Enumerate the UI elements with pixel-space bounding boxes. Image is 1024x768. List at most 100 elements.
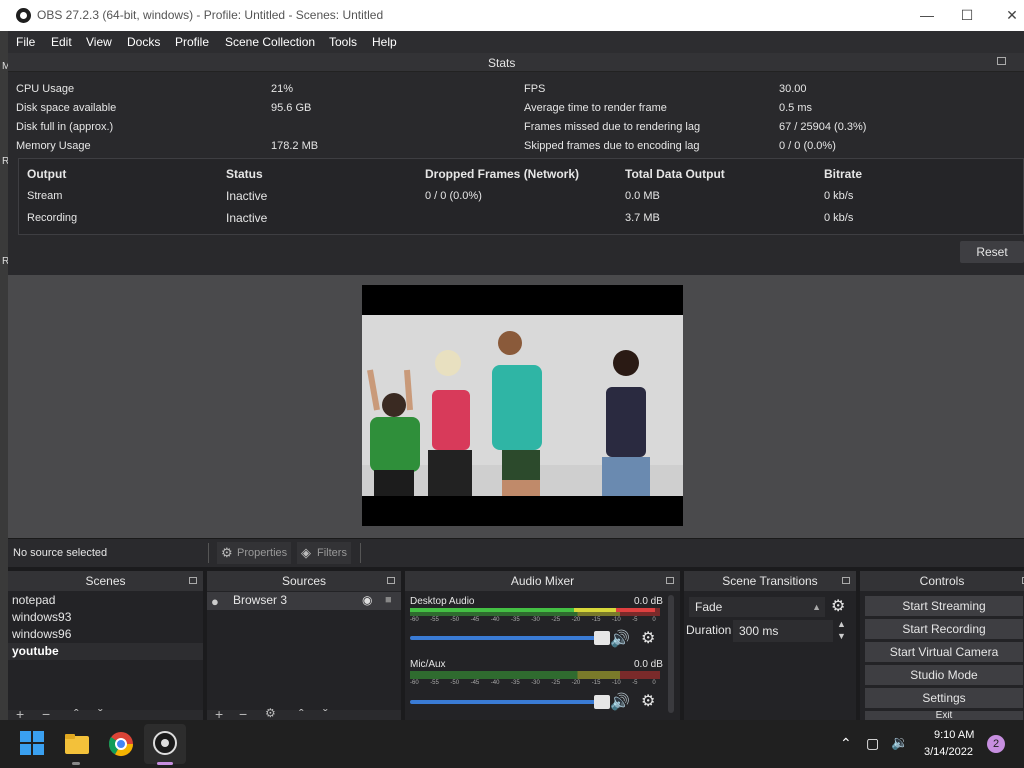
- undock-icon[interactable]: [189, 577, 197, 584]
- meter-ticks: -60 -55 -50 -45 -40 -35 -30 -25 -20 -15 -10 -5 0: [410, 680, 660, 688]
- menu-profile[interactable]: Profile: [175, 35, 209, 49]
- stat-label: Disk space available: [16, 102, 117, 114]
- properties-button[interactable]: ⚙ Properties: [217, 542, 292, 564]
- chevron-up-icon[interactable]: ⌃: [840, 735, 852, 752]
- preview-area[interactable]: [8, 275, 1024, 538]
- lock-icon[interactable]: ■: [385, 592, 392, 609]
- scene-item[interactable]: notepad: [8, 592, 203, 609]
- table-cell: Stream: [27, 190, 63, 202]
- menu-view[interactable]: View: [86, 35, 112, 49]
- scenes-title: Scenes: [85, 574, 126, 588]
- channel-db: 0.0 dB: [634, 659, 663, 670]
- menu-tools[interactable]: Tools: [329, 35, 357, 49]
- tick-label: -25: [551, 680, 561, 686]
- filters-button[interactable]: ◈ Filters: [297, 542, 351, 564]
- maximize-button[interactable]: ☐: [957, 5, 977, 25]
- stat-value: 30.00: [779, 83, 807, 95]
- slider-handle[interactable]: [594, 695, 610, 709]
- window-titlebar: OBS 27.2.3 (64-bit, windows) - Profile: …: [0, 0, 1024, 31]
- video-frame: [362, 315, 683, 496]
- column-header: Total Data Output: [625, 167, 725, 181]
- gear-icon[interactable]: ⚙: [641, 628, 655, 648]
- menu-file[interactable]: File: [16, 35, 35, 49]
- transitions-title: Scene Transitions: [722, 574, 818, 588]
- scene-item[interactable]: windows96: [8, 626, 203, 643]
- dancers-image: [362, 315, 683, 496]
- active-indicator: [157, 762, 173, 765]
- notification-badge[interactable]: 2: [987, 735, 1005, 753]
- stat-value: 21%: [271, 83, 294, 95]
- stat-label: Average time to render frame: [524, 102, 667, 114]
- mixer-scrollbar[interactable]: [668, 595, 674, 713]
- reset-button[interactable]: Reset: [960, 241, 1024, 263]
- channel-name: Desktop Audio: [410, 596, 475, 607]
- column-header: Status: [226, 167, 263, 181]
- obs-logo-icon: [16, 8, 31, 23]
- tick-label: 0: [652, 617, 656, 623]
- network-icon[interactable]: ▢: [866, 735, 879, 752]
- studio-mode-button[interactable]: Studio Mode: [865, 665, 1023, 685]
- preview-canvas[interactable]: [362, 285, 683, 526]
- chrome-icon[interactable]: [107, 730, 135, 758]
- meter-ticks: -60 -55 -50 -45 -40 -35 -30 -25 -20 -15 -10 -5 0: [410, 617, 660, 625]
- scene-item-selected[interactable]: youtube: [8, 643, 203, 660]
- slider-handle[interactable]: [594, 631, 610, 645]
- gear-icon[interactable]: ⚙: [641, 691, 655, 711]
- stat-value: 95.6 GB: [271, 102, 312, 114]
- volume-slider[interactable]: [410, 695, 610, 709]
- tick-label: -5: [632, 617, 638, 623]
- stat-value: 67 / 25904 (0.3%): [779, 121, 867, 133]
- channel-db: 0.0 dB: [634, 596, 663, 607]
- minimize-button[interactable]: —: [917, 5, 937, 25]
- tick-label: -45: [470, 617, 480, 623]
- duration-input[interactable]: 300 ms: [733, 620, 833, 642]
- source-toolbar: No source selected ⚙ Properties ◈ Filter…: [8, 538, 1024, 567]
- stats-title: Stats: [488, 56, 516, 70]
- start-streaming-button[interactable]: Start Streaming: [865, 596, 1023, 616]
- file-explorer-icon[interactable]: [63, 730, 91, 758]
- mixer-title: Audio Mixer: [510, 574, 575, 588]
- scene-item[interactable]: windows93: [8, 609, 203, 626]
- gear-icon[interactable]: ⚙: [265, 706, 276, 720]
- controls-title: Controls: [919, 574, 965, 588]
- undock-icon[interactable]: [387, 577, 395, 584]
- windows-start-icon[interactable]: [19, 730, 47, 758]
- stat-label: Skipped frames due to encoding lag: [524, 140, 700, 152]
- spinner-icon[interactable]: ▲ ▼: [837, 618, 846, 642]
- volume-slider[interactable]: [410, 631, 610, 645]
- scenes-header: Scenes: [8, 571, 203, 591]
- stats-panel: Stats CPU Usage 21% Disk space available…: [8, 53, 1024, 275]
- start-recording-button[interactable]: Start Recording: [865, 619, 1023, 639]
- tick-label: -60: [410, 680, 419, 686]
- menu-bar: File Edit View Docks Profile Scene Colle…: [8, 31, 1024, 53]
- stat-value: 178.2 MB: [271, 140, 319, 152]
- stat-label: CPU Usage: [16, 83, 75, 95]
- transition-select[interactable]: Fade ▲▼: [689, 597, 825, 632]
- undock-icon[interactable]: [666, 577, 674, 584]
- table-cell: 3.7 MB: [625, 212, 660, 224]
- source-item[interactable]: ● Browser 3 ◉ ■: [207, 592, 401, 610]
- settings-button[interactable]: Settings: [865, 688, 1023, 708]
- start-virtual-camera-button[interactable]: Start Virtual Camera: [865, 642, 1023, 662]
- speaker-icon[interactable]: 🔊: [610, 629, 630, 649]
- menu-help[interactable]: Help: [372, 35, 397, 49]
- gear-icon[interactable]: ⚙: [831, 596, 845, 616]
- clock-date[interactable]: 3/14/2022: [924, 746, 973, 758]
- speaker-icon[interactable]: 🔊: [610, 692, 630, 712]
- obs-taskbar-icon[interactable]: [144, 724, 186, 764]
- undock-icon[interactable]: [997, 57, 1006, 65]
- column-header: Dropped Frames (Network): [425, 167, 580, 181]
- menu-edit[interactable]: Edit: [51, 35, 72, 49]
- menu-docks[interactable]: Docks: [127, 35, 160, 49]
- exit-button[interactable]: Exit: [865, 711, 1023, 720]
- close-button[interactable]: ✕: [1002, 5, 1022, 25]
- tick-label: -10: [612, 617, 621, 623]
- channel-name: Mic/Aux: [410, 659, 446, 670]
- undock-icon[interactable]: [842, 577, 850, 584]
- volume-icon[interactable]: 🔉: [891, 734, 908, 751]
- clock-time[interactable]: 9:10 AM: [934, 729, 974, 741]
- eye-icon[interactable]: ◉: [362, 592, 372, 609]
- stat-label: Frames missed due to rendering lag: [524, 121, 701, 133]
- no-source-label: No source selected: [13, 547, 108, 559]
- menu-scene-collection[interactable]: Scene Collection: [225, 35, 315, 49]
